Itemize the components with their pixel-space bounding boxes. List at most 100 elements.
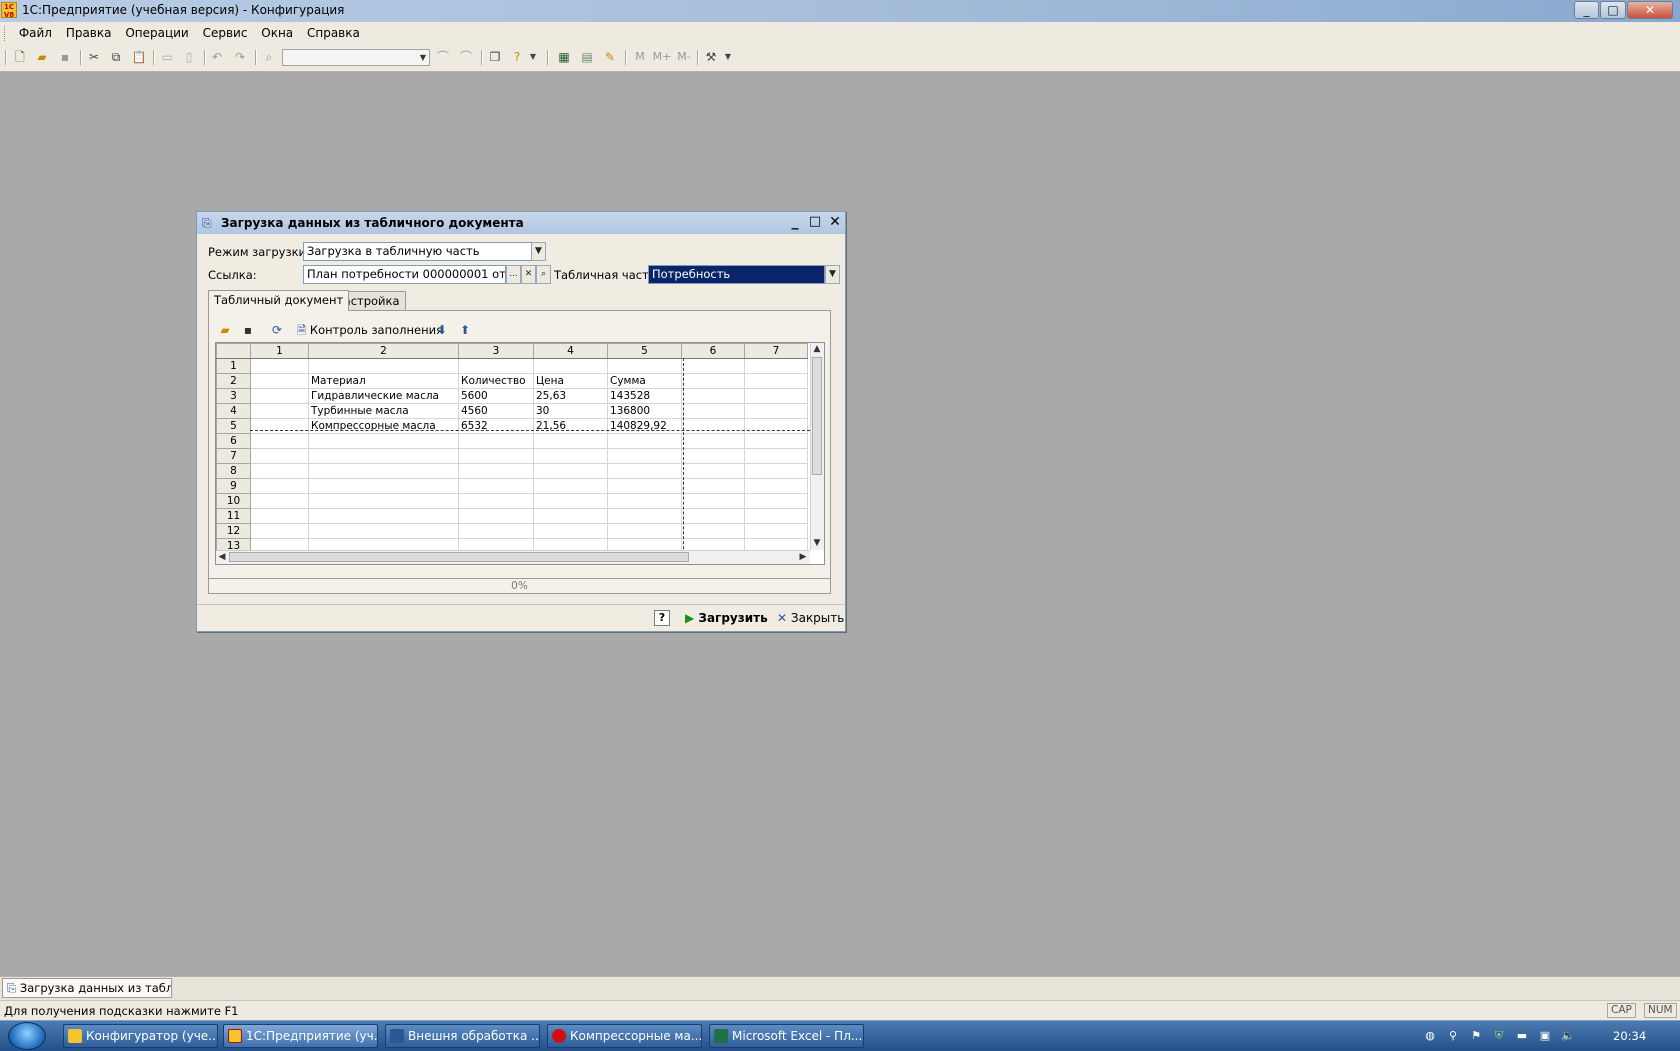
sheet-cell[interactable] <box>250 463 309 479</box>
sheet-cell[interactable] <box>681 373 745 389</box>
sheet-cell[interactable] <box>250 418 309 434</box>
scroll-left-icon[interactable]: ◀ <box>216 551 228 563</box>
sheet-cell[interactable] <box>533 448 608 464</box>
row-header[interactable]: 12 <box>216 523 251 539</box>
sheet-cell[interactable] <box>681 388 745 404</box>
paste-icon[interactable]: 📋 <box>131 49 147 65</box>
save-file-icon[interactable]: ▪ <box>240 322 256 338</box>
refresh-icon[interactable]: ⟳ <box>269 322 285 338</box>
column-header[interactable]: 2 <box>308 343 459 359</box>
maximize-button[interactable]: □ <box>1600 1 1626 19</box>
cut-icon[interactable]: ✂ <box>86 49 102 65</box>
sheet-cell[interactable] <box>607 493 682 509</box>
scroll-up-icon[interactable]: ▲ <box>811 343 823 355</box>
chevron-down-icon[interactable]: ▼ <box>525 49 541 65</box>
menu-help[interactable]: Справка <box>302 22 365 40</box>
sheet-cell[interactable] <box>250 448 309 464</box>
mode-select[interactable]: Загрузка в табличную часть <box>303 242 532 261</box>
row-header[interactable]: 3 <box>216 388 251 404</box>
sheet-cell[interactable] <box>681 493 745 509</box>
sheet-cell[interactable] <box>681 478 745 494</box>
find-icon[interactable]: ⌕ <box>261 49 277 65</box>
vertical-scrollbar[interactable]: ▲ ▼ <box>810 343 824 550</box>
table-part-select[interactable]: Потребность <box>648 265 825 284</box>
sheet-cell[interactable] <box>533 523 608 539</box>
sheet-cell[interactable] <box>250 493 309 509</box>
menu-file[interactable]: Файл <box>14 22 57 40</box>
sheet-cell[interactable] <box>458 463 534 479</box>
clear-button[interactable]: ✕ <box>521 265 536 284</box>
link-field[interactable]: План потребности 000000001 от 26.03.2 <box>303 265 506 284</box>
sheet-cell[interactable] <box>681 523 745 539</box>
sheet-cell[interactable]: 6532 <box>458 418 534 434</box>
sheet-cell[interactable]: 21,56 <box>533 418 608 434</box>
dialog-minimize-button[interactable]: _ <box>787 214 803 230</box>
sheet-cell[interactable] <box>458 478 534 494</box>
open-icon[interactable]: ▰ <box>34 49 50 65</box>
sheet-cell[interactable]: Турбинные масла <box>308 403 459 419</box>
sheet-cell[interactable]: 25,63 <box>533 388 608 404</box>
sheet-cell[interactable] <box>744 493 808 509</box>
sheet-cell[interactable] <box>308 508 459 524</box>
language-ru-icon[interactable]: ▬ <box>1515 1029 1529 1043</box>
sheet-cell[interactable] <box>250 433 309 449</box>
dialog-close-button[interactable]: ✕ <box>827 214 843 230</box>
sheet-cell[interactable]: 4560 <box>458 403 534 419</box>
sheet-cell[interactable] <box>308 358 459 374</box>
calendar-icon[interactable]: ▤ <box>579 49 595 65</box>
print-icon[interactable]: ▭ <box>159 49 175 65</box>
sheet-cell[interactable] <box>250 523 309 539</box>
sheet-cell[interactable]: 140829,92 <box>607 418 682 434</box>
sheet-cell[interactable] <box>458 433 534 449</box>
sheet-cell[interactable]: 5600 <box>458 388 534 404</box>
sheet-cell[interactable] <box>533 433 608 449</box>
row-header[interactable]: 6 <box>216 433 251 449</box>
sheet-cell[interactable] <box>533 493 608 509</box>
row-header[interactable]: 8 <box>216 463 251 479</box>
help-button[interactable]: ? <box>654 610 670 626</box>
sheet-cell[interactable] <box>308 448 459 464</box>
sheet-cell[interactable] <box>533 508 608 524</box>
sheet-cell[interactable]: Цена <box>533 373 608 389</box>
clipboard-icon[interactable]: ✎ <box>602 49 618 65</box>
column-header[interactable]: 3 <box>458 343 534 359</box>
sheet-cell[interactable] <box>681 403 745 419</box>
start-button[interactable] <box>8 1022 46 1050</box>
sheet-cell[interactable]: Компрессорные масла <box>308 418 459 434</box>
sheet-cell[interactable]: 30 <box>533 403 608 419</box>
sheet-cell[interactable] <box>681 508 745 524</box>
sheet-cell[interactable] <box>681 463 745 479</box>
horizontal-scrollbar[interactable]: ◀ ▶ <box>216 550 810 564</box>
close-button[interactable]: ✕ Закрыть <box>777 610 844 626</box>
sheet-cell[interactable] <box>681 418 745 434</box>
sheet-cell[interactable] <box>250 358 309 374</box>
row-header[interactable]: 11 <box>216 508 251 524</box>
sheet-cell[interactable] <box>744 373 808 389</box>
move-down-icon[interactable]: ⬇ <box>434 322 450 338</box>
sheet-cell[interactable]: Сумма <box>607 373 682 389</box>
sheet-cell[interactable] <box>458 523 534 539</box>
spreadsheet[interactable]: 1 2 3 4 5 6 7 1 2 Материал Количество Цена Сумма 3 Гид… <box>215 342 825 565</box>
row-header[interactable]: 5 <box>216 418 251 434</box>
sheet-cell[interactable] <box>308 478 459 494</box>
find-prev-icon[interactable]: ⌒ <box>458 49 474 65</box>
find-next-icon[interactable]: ⌒ <box>435 49 451 65</box>
scroll-right-icon[interactable]: ▶ <box>797 551 809 563</box>
vertical-scroll-thumb[interactable] <box>812 357 822 475</box>
row-header[interactable]: 10 <box>216 493 251 509</box>
sheet-cell[interactable] <box>744 478 808 494</box>
close-window-button[interactable]: ✕ <box>1627 1 1673 19</box>
tools-icon[interactable]: ⚒ <box>703 49 719 65</box>
network-icon[interactable]: ▣ <box>1538 1029 1552 1043</box>
sheet-cell[interactable]: 143528 <box>607 388 682 404</box>
row-header[interactable]: 7 <box>216 448 251 464</box>
sheet-cell[interactable] <box>744 358 808 374</box>
select-button[interactable]: ... <box>506 265 521 284</box>
sheet-cell[interactable] <box>607 448 682 464</box>
sheet-cell[interactable] <box>458 358 534 374</box>
sheet-cell[interactable] <box>308 493 459 509</box>
sheet-cell[interactable] <box>744 523 808 539</box>
antivirus-shield-icon[interactable]: ⛨ <box>1492 1029 1506 1043</box>
sheet-cell[interactable] <box>744 388 808 404</box>
column-header[interactable]: 7 <box>744 343 808 359</box>
